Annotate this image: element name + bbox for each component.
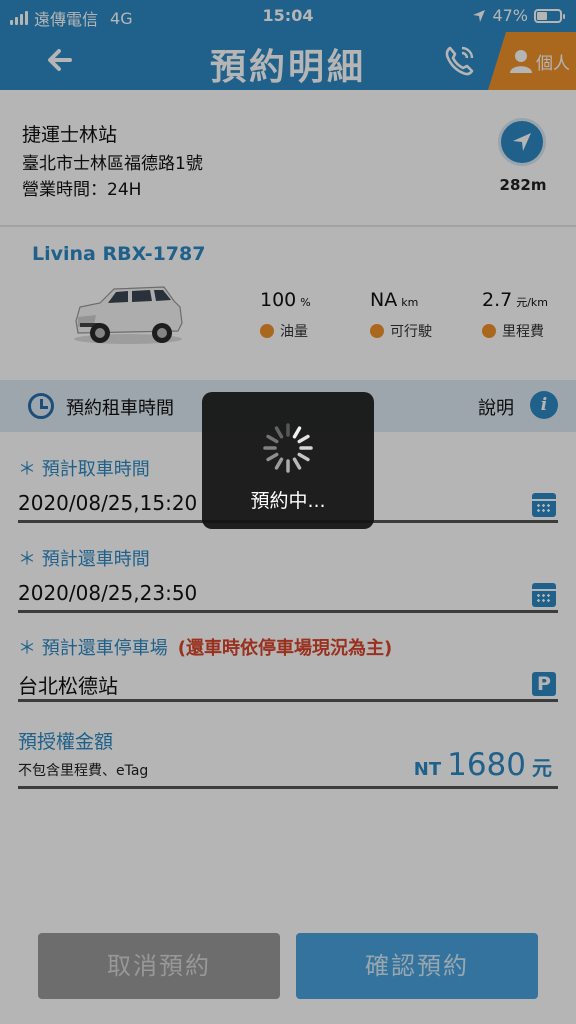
loading-message: 預約中... (250, 490, 326, 512)
loading-dialog: 預約中... (202, 392, 374, 529)
spinner-icon (263, 423, 313, 473)
